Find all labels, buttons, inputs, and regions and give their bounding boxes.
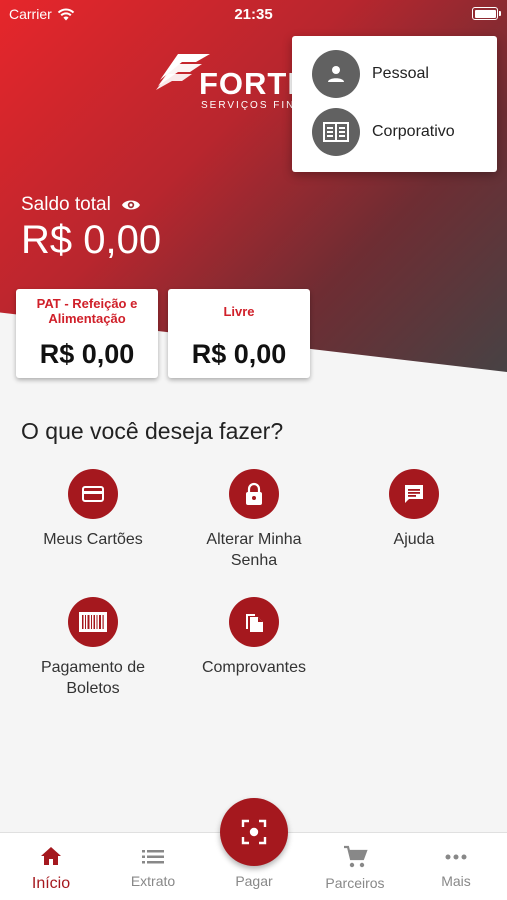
action-label: Meus Cartões	[43, 531, 143, 548]
action-label: Ajuda	[393, 531, 435, 548]
wallet-value: R$ 0,00	[39, 339, 135, 369]
cart-icon	[344, 845, 368, 868]
action-label: Alterar Minha Senha	[206, 531, 302, 569]
person-icon	[312, 50, 360, 98]
credit-card-icon	[68, 469, 118, 519]
action-label: Pagamento de Boletos	[40, 659, 146, 697]
action-alterar-senha[interactable]: Alterar Minha Senha	[179, 469, 329, 571]
home-icon	[41, 847, 61, 865]
pay-scan-button[interactable]	[220, 798, 288, 866]
chat-icon	[389, 469, 439, 519]
balance-value: R$ 0,00	[21, 218, 162, 262]
action-meus-cartoes[interactable]: Meus Cartões	[18, 469, 168, 550]
action-comprovantes[interactable]: Comprovantes	[179, 597, 329, 678]
building-icon	[312, 108, 360, 156]
nav-inicio[interactable]: Início	[11, 845, 91, 893]
nav-label-pagar: Pagar	[235, 873, 273, 889]
documents-icon	[229, 597, 279, 647]
wallet-title: Livre	[223, 303, 255, 319]
status-bar: Carrier 21:35	[0, 0, 507, 28]
menu-item-label: Corporativo	[372, 123, 455, 140]
action-pagamento-boletos[interactable]: Pagamento de Boletos	[18, 597, 168, 699]
balance-label: Saldo total	[21, 194, 111, 215]
nav-parceiros[interactable]: Parceiros	[315, 845, 395, 891]
scan-icon	[241, 819, 267, 845]
nav-mais[interactable]: Mais	[416, 847, 496, 889]
nav-label: Mais	[441, 873, 471, 889]
eye-icon[interactable]	[121, 198, 141, 212]
wallet-title: PAT - Refeição e Alimentação	[36, 296, 138, 326]
logo-tagline: SERVIÇOS FIN	[201, 100, 296, 111]
actions-title: O que você deseja fazer?	[21, 418, 284, 444]
menu-item-pessoal[interactable]: Pessoal	[312, 50, 429, 98]
action-ajuda[interactable]: Ajuda	[339, 469, 489, 550]
account-type-menu: Pessoal Corporativo	[292, 36, 497, 172]
barcode-icon	[68, 597, 118, 647]
more-icon	[445, 854, 467, 860]
balance-label-row: Saldo total	[21, 194, 141, 216]
status-time: 21:35	[234, 6, 273, 23]
wallet-card-livre[interactable]: Livre R$ 0,00	[168, 289, 310, 378]
nav-label: Parceiros	[325, 875, 385, 891]
nav-label: Início	[31, 875, 71, 892]
wallet-card-pat[interactable]: PAT - Refeição e Alimentação R$ 0,00	[16, 289, 158, 378]
menu-item-label: Pessoal	[372, 65, 429, 82]
nav-label: Extrato	[130, 873, 176, 889]
lock-icon	[229, 469, 279, 519]
menu-item-corporativo[interactable]: Corporativo	[312, 108, 455, 156]
battery-icon	[472, 7, 501, 20]
company-logo: FORTE SERVIÇOS FIN	[156, 44, 308, 124]
nav-extrato[interactable]: Extrato	[113, 847, 193, 889]
action-label: Comprovantes	[201, 659, 307, 676]
list-icon	[142, 850, 164, 864]
wallet-value: R$ 0,00	[191, 339, 287, 369]
